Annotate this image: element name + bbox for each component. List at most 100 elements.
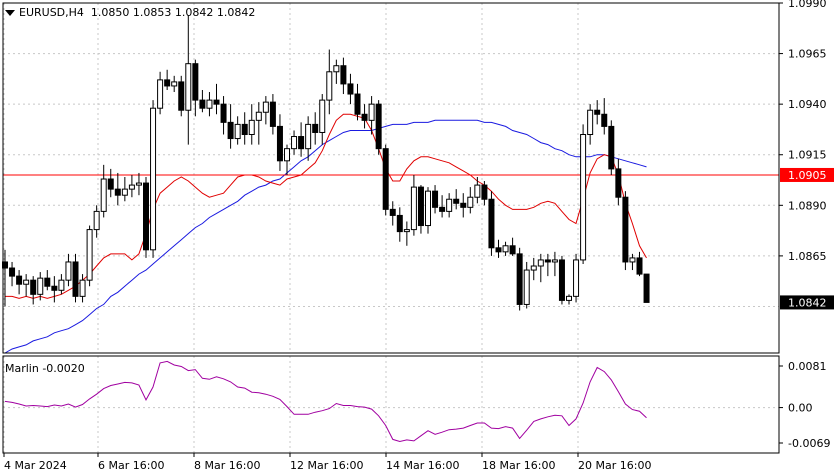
candle[interactable] — [544, 253, 551, 277]
candle[interactable] — [121, 176, 128, 202]
candle[interactable] — [192, 59, 199, 117]
candle[interactable] — [622, 191, 629, 271]
candle-body-bear — [382, 148, 389, 210]
candle[interactable] — [284, 144, 290, 175]
candle-body-bear — [143, 182, 149, 251]
candle[interactable] — [425, 187, 431, 234]
candle[interactable] — [474, 176, 481, 204]
candles[interactable] — [2, 15, 650, 311]
candle[interactable] — [530, 257, 537, 281]
candle[interactable] — [453, 189, 460, 210]
candle[interactable] — [227, 104, 234, 149]
candle[interactable] — [354, 83, 361, 121]
candle-body-bull — [446, 198, 453, 212]
candle[interactable] — [439, 195, 446, 218]
candle[interactable] — [269, 94, 276, 135]
candle[interactable] — [255, 102, 262, 145]
candle[interactable] — [368, 96, 375, 135]
candle[interactable] — [37, 272, 44, 301]
candle[interactable] — [608, 120, 615, 175]
candle[interactable] — [164, 69, 171, 90]
candle[interactable] — [150, 100, 157, 258]
price-tick-label: 1.0940 — [788, 98, 827, 111]
candle[interactable] — [44, 270, 51, 291]
candle[interactable] — [298, 122, 305, 157]
candle[interactable] — [234, 116, 241, 145]
candle[interactable] — [460, 193, 467, 218]
candle[interactable] — [171, 75, 178, 93]
candle-body-bull — [319, 99, 326, 133]
candle[interactable] — [340, 57, 347, 95]
candle[interactable] — [432, 185, 439, 214]
candle[interactable] — [509, 237, 516, 256]
candle[interactable] — [573, 253, 580, 303]
candle[interactable] — [488, 191, 495, 256]
candle-body-bull — [234, 123, 241, 140]
candle[interactable] — [213, 83, 220, 115]
candle[interactable] — [481, 181, 488, 206]
candle[interactable] — [643, 273, 650, 303]
candle[interactable] — [206, 92, 213, 117]
candle[interactable] — [220, 96, 227, 135]
candle[interactable] — [417, 185, 424, 234]
candle[interactable] — [30, 276, 37, 305]
candle[interactable] — [178, 75, 185, 117]
candle[interactable] — [93, 205, 100, 238]
candle[interactable] — [143, 176, 149, 258]
candle[interactable] — [326, 49, 333, 115]
candle[interactable] — [523, 261, 530, 309]
candle[interactable] — [403, 221, 410, 246]
candle[interactable] — [566, 294, 572, 305]
candle[interactable] — [100, 164, 107, 218]
candle[interactable] — [65, 253, 72, 287]
candle[interactable] — [276, 114, 283, 171]
candle[interactable] — [502, 241, 509, 256]
candle-body-bear — [558, 259, 565, 301]
candle[interactable] — [291, 130, 298, 155]
candle[interactable] — [375, 100, 382, 155]
candle[interactable] — [615, 158, 622, 206]
candle[interactable] — [51, 276, 58, 303]
candle[interactable] — [382, 144, 389, 216]
candle[interactable] — [467, 187, 474, 214]
candle[interactable] — [347, 73, 354, 105]
candle-body-bull — [128, 184, 135, 190]
candle[interactable] — [114, 172, 121, 206]
candle[interactable] — [72, 253, 79, 303]
candle[interactable] — [241, 112, 248, 145]
candle[interactable] — [410, 174, 417, 236]
candle[interactable] — [636, 251, 643, 277]
candle[interactable] — [9, 261, 16, 287]
candle[interactable] — [23, 274, 30, 297]
candle[interactable] — [361, 104, 368, 129]
candle[interactable] — [312, 112, 319, 145]
candle-body-bear — [276, 125, 283, 162]
candle-body-bull — [580, 134, 587, 261]
candle[interactable] — [185, 15, 192, 145]
candle[interactable] — [495, 239, 502, 258]
candle[interactable] — [333, 59, 340, 84]
candle[interactable] — [396, 207, 403, 242]
candle[interactable] — [446, 193, 453, 218]
candle[interactable] — [58, 274, 65, 295]
candle[interactable] — [107, 168, 114, 198]
candle[interactable] — [319, 94, 326, 145]
candle[interactable] — [16, 270, 23, 295]
triangle-down-icon[interactable] — [5, 10, 15, 16]
candle[interactable] — [305, 116, 312, 161]
candle[interactable] — [580, 124, 587, 264]
price-chart[interactable]: 1.0990 1.0965 1.0940 1.0915 1.0890 1.0865 1.09… — [0, 0, 838, 476]
candle[interactable] — [516, 247, 523, 311]
candle[interactable] — [86, 225, 93, 287]
candle[interactable] — [601, 98, 608, 135]
candle[interactable] — [262, 96, 269, 125]
candle[interactable] — [128, 174, 135, 198]
candle[interactable] — [157, 71, 164, 115]
candle[interactable] — [558, 255, 565, 305]
candle[interactable] — [587, 104, 594, 145]
candle-body-bear — [622, 196, 629, 263]
candle[interactable] — [199, 89, 206, 113]
candle[interactable] — [537, 253, 544, 283]
candle[interactable] — [248, 104, 255, 145]
candle[interactable] — [135, 172, 142, 196]
